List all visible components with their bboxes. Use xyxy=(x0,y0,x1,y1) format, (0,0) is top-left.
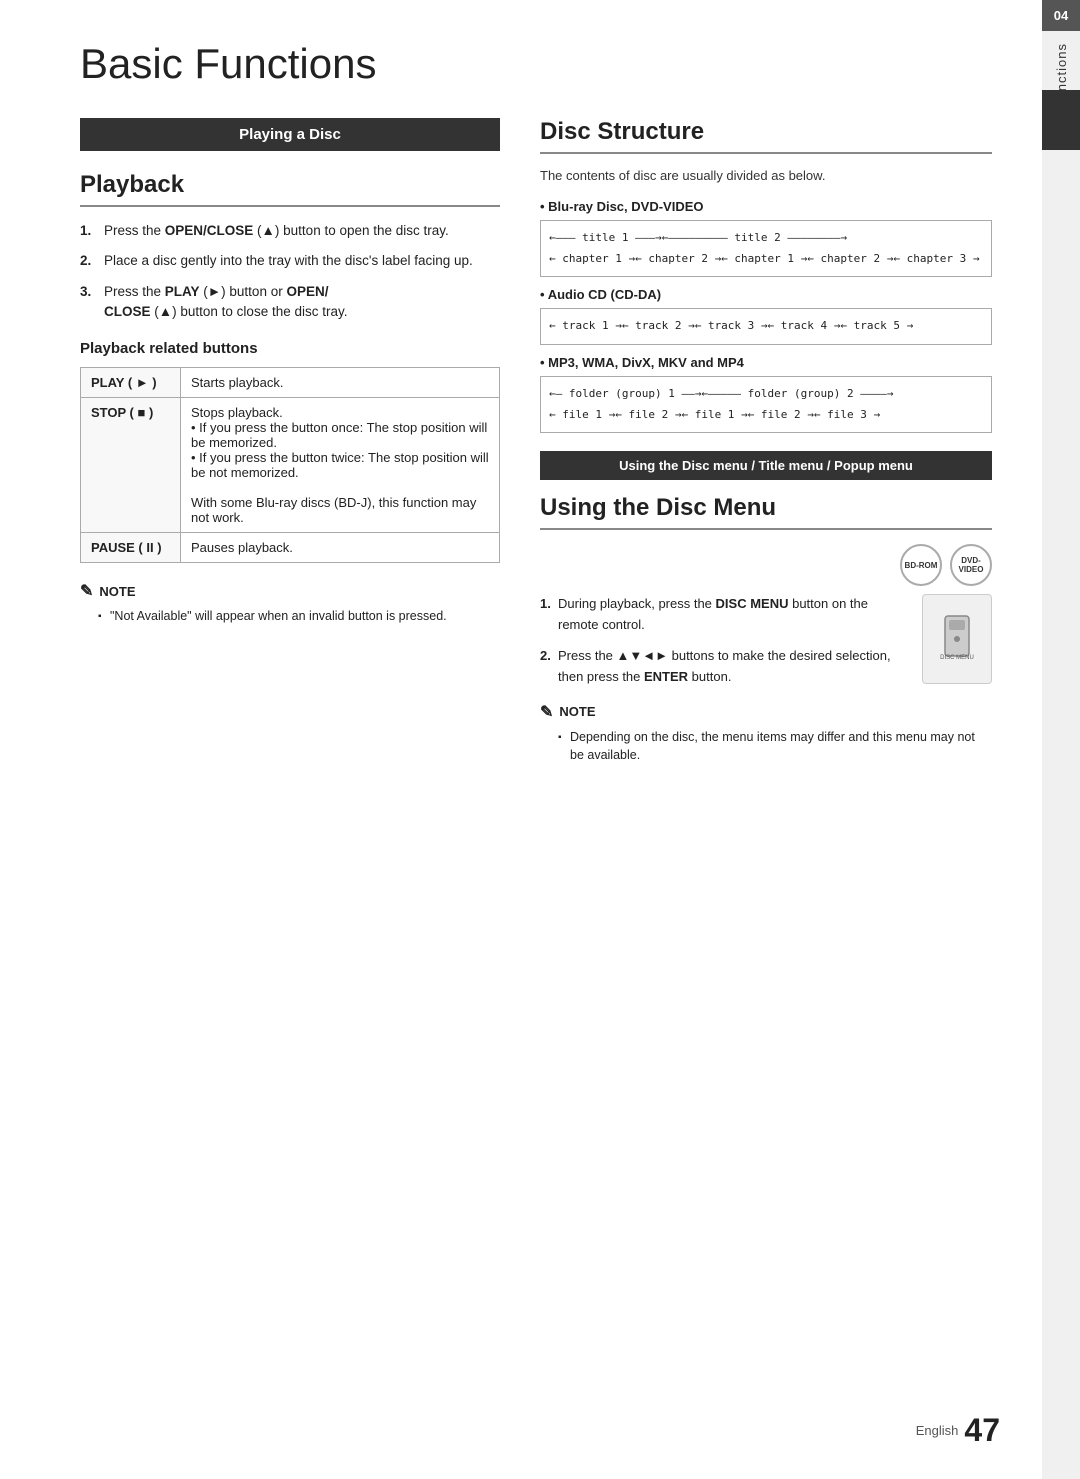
disc-structure-heading: Disc Structure xyxy=(540,118,992,154)
page-number: 47 xyxy=(964,1412,1000,1449)
bdrom-badge: BD-ROM xyxy=(900,544,942,586)
note-label: ✎ NOTE xyxy=(80,581,500,601)
note-icon: ✎ xyxy=(80,581,93,601)
bluray-diagram: ←——— title 1 ———→←————————— title 2 ————… xyxy=(540,220,992,277)
pause-key: PAUSE ( II ) xyxy=(81,533,181,563)
side-tab: 04 Basic Functions xyxy=(1042,0,1080,1479)
disc-step-1: 1. During playback, press the DISC MENU … xyxy=(540,594,912,636)
language-label: English xyxy=(916,1423,959,1438)
disc-structure-desc: The contents of disc are usually divided… xyxy=(540,168,992,183)
mp3-diagram-line2: ← file 1 →← file 2 →← file 1 →← file 2 →… xyxy=(549,406,983,425)
play-key: PLAY ( ► ) xyxy=(81,368,181,398)
pause-value: Pauses playback. xyxy=(181,533,500,563)
playback-steps: 1. Press the OPEN/CLOSE (▲) button to op… xyxy=(80,221,500,322)
table-row-stop: STOP ( ■ ) Stops playback. • If you pres… xyxy=(81,398,500,533)
disc-note-label: ✎ NOTE xyxy=(540,702,992,722)
page-title: Basic Functions xyxy=(80,40,992,88)
playing-disc-banner: Playing a Disc xyxy=(80,118,500,151)
disc-note-icon: ✎ xyxy=(540,702,553,722)
step-1: 1. Press the OPEN/CLOSE (▲) button to op… xyxy=(80,221,500,241)
step-1-num: 1. xyxy=(80,221,100,241)
disc-note-label-text: NOTE xyxy=(559,704,595,719)
disc-step-1-num: 1. xyxy=(540,594,558,636)
mp3-diagram: ←— folder (group) 1 ——→←————— folder (gr… xyxy=(540,376,992,433)
step-2: 2. Place a disc gently into the tray wit… xyxy=(80,251,500,271)
disc-menu-remote-button: DISC MENU xyxy=(922,594,992,684)
dvdvideo-badge: DVD-VIDEO xyxy=(950,544,992,586)
disc-type-cd: Audio CD (CD-DA) xyxy=(540,287,992,302)
disc-menu-banner: Using the Disc menu / Title menu / Popup… xyxy=(540,451,992,480)
playback-buttons-heading: Playback related buttons xyxy=(80,340,500,357)
disc-step-1-text: During playback, press the DISC MENU but… xyxy=(558,594,912,636)
left-column: Playing a Disc Playback 1. Press the OPE… xyxy=(80,118,500,1419)
note-item-1: "Not Available" will appear when an inva… xyxy=(98,607,500,626)
side-tab-label: Basic Functions xyxy=(1054,43,1069,150)
step-3-text: Press the PLAY (►) button or OPEN/CLOSE … xyxy=(104,282,500,323)
bluray-diagram-line2: ← chapter 1 →← chapter 2 →← chapter 1 →←… xyxy=(549,250,983,269)
disc-note-list: Depending on the disc, the menu items ma… xyxy=(540,728,992,766)
stop-key: STOP ( ■ ) xyxy=(81,398,181,533)
note-label-text: NOTE xyxy=(99,584,135,599)
step-3: 3. Press the PLAY (►) button or OPEN/CLO… xyxy=(80,282,500,323)
page-footer: English 47 xyxy=(916,1412,1000,1449)
remote-image: DISC MENU xyxy=(922,594,992,684)
step-3-num: 3. xyxy=(80,282,100,323)
step-2-num: 2. xyxy=(80,251,100,271)
playback-table: PLAY ( ► ) Starts playback. STOP ( ■ ) S… xyxy=(80,367,500,563)
disc-icons-row: BD-ROM DVD-VIDEO xyxy=(540,544,992,586)
svg-text:DISC MENU: DISC MENU xyxy=(940,655,974,661)
disc-note-section: ✎ NOTE Depending on the disc, the menu i… xyxy=(540,702,992,766)
disc-step-2-num: 2. xyxy=(540,646,558,688)
right-column: Disc Structure The contents of disc are … xyxy=(540,118,992,1419)
stop-value: Stops playback. • If you press the butto… xyxy=(181,398,500,533)
table-row-play: PLAY ( ► ) Starts playback. xyxy=(81,368,500,398)
disc-step-2: 2. Press the ▲▼◄► buttons to make the de… xyxy=(540,646,912,688)
step-2-text: Place a disc gently into the tray with t… xyxy=(104,251,500,271)
play-value: Starts playback. xyxy=(181,368,500,398)
playback-heading: Playback xyxy=(80,171,500,207)
cd-diagram-line1: ← track 1 →← track 2 →← track 3 →← track… xyxy=(549,317,983,336)
side-tab-number: 04 xyxy=(1042,0,1080,31)
disc-note-item-1: Depending on the disc, the menu items ma… xyxy=(558,728,992,766)
table-row-pause: PAUSE ( II ) Pauses playback. xyxy=(81,533,500,563)
using-disc-menu-heading: Using the Disc Menu xyxy=(540,494,992,530)
disc-step-2-text: Press the ▲▼◄► buttons to make the desir… xyxy=(558,646,912,688)
disc-type-bluray: Blu-ray Disc, DVD-VIDEO xyxy=(540,199,992,214)
mp3-diagram-line1: ←— folder (group) 1 ——→←————— folder (gr… xyxy=(549,385,983,404)
disc-type-mp3: MP3, WMA, DivX, MKV and MP4 xyxy=(540,355,992,370)
bluray-diagram-line1: ←——— title 1 ———→←————————— title 2 ————… xyxy=(549,229,983,248)
cd-diagram: ← track 1 →← track 2 →← track 3 →← track… xyxy=(540,308,992,345)
note-section: ✎ NOTE "Not Available" will appear when … xyxy=(80,581,500,626)
step-1-text: Press the OPEN/CLOSE (▲) button to open … xyxy=(104,221,500,241)
using-disc-menu-section: Using the Disc Menu BD-ROM DVD-VIDEO xyxy=(540,494,992,765)
note-list: "Not Available" will appear when an inva… xyxy=(80,607,500,626)
remote-svg: DISC MENU xyxy=(937,614,977,664)
